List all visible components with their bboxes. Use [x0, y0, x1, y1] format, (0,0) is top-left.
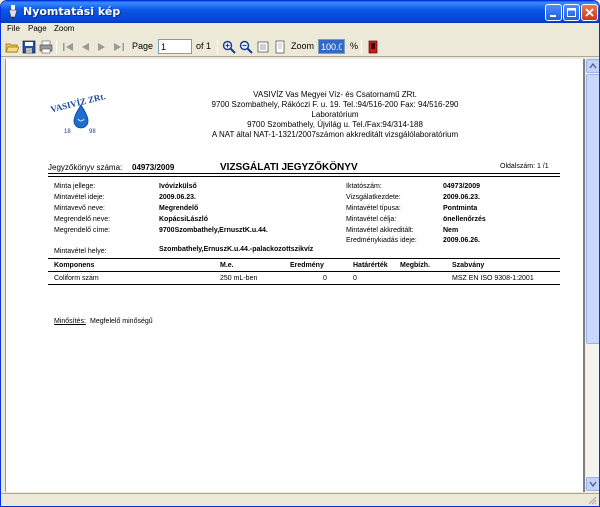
- table-header-component: Komponens: [54, 262, 95, 269]
- toolbar-separator: [217, 40, 218, 54]
- company-address: 9700 Szombathely, Rákóczi F. u. 19. Tel.…: [211, 100, 459, 109]
- table-header-rule: [48, 271, 560, 272]
- field-label-sampling-date: Mintavétel ideje:: [54, 194, 105, 201]
- table-bottom-rule: [48, 284, 560, 285]
- zoom-out-icon[interactable]: [239, 40, 253, 54]
- laboratory-address: 9700 Szombathely, Újvilág u. Tel./Fax:94…: [247, 120, 423, 129]
- percent-label: %: [350, 41, 359, 51]
- resize-grip-icon[interactable]: [587, 495, 597, 505]
- page-count-label: of 1: [196, 41, 212, 51]
- scroll-up-button[interactable]: [586, 59, 599, 73]
- status-bar: [1, 493, 599, 506]
- zoom-label: Zoom: [291, 41, 315, 51]
- table-header-result: Eredmény: [290, 262, 324, 269]
- field-label-sampler-name: Mintavevő neve:: [54, 205, 105, 212]
- toolbar-separator: [56, 40, 57, 54]
- chevron-up-icon: [589, 62, 597, 69]
- field-label-sampling-type: Mintavétel típusa:: [346, 205, 401, 212]
- table-cell-result: 0: [323, 275, 327, 282]
- zoom-in-icon[interactable]: [222, 40, 236, 54]
- close-button[interactable]: [581, 4, 598, 21]
- field-value-registry-number: 04973/2009: [443, 183, 480, 190]
- chevron-down-icon: [589, 481, 597, 488]
- field-label-client-name: Megrendelő neve:: [54, 216, 111, 223]
- next-page-icon[interactable]: [95, 40, 109, 54]
- field-label-client-address: Megrendelő címe:: [54, 227, 111, 234]
- field-value-client-address: 9700Szombathely,ErnusztK.u.44.: [159, 227, 268, 234]
- title-bar[interactable]: Nyomtatási kép: [1, 1, 599, 23]
- field-value-sample-type: Ivóvízkülső: [159, 183, 197, 190]
- page-width-icon[interactable]: [256, 40, 270, 54]
- menu-zoom[interactable]: Zoom: [54, 24, 74, 33]
- field-value-sampling-date: 2009.06.23.: [159, 194, 196, 201]
- field-value-sampler-name: Megrendelő: [159, 205, 199, 212]
- company-name: VASIVÍZ Vas Megyei Víz- és Csatornamű ZR…: [253, 90, 417, 99]
- field-label-sampling-purpose: Mintavétel célja:: [346, 216, 397, 223]
- table-header-unit: M.e.: [220, 262, 234, 269]
- field-label-test-start: Vizsgálatkezdete:: [346, 194, 401, 201]
- maximize-icon: [567, 8, 576, 17]
- vertical-scrollbar[interactable]: [585, 59, 599, 492]
- whole-page-icon[interactable]: [273, 40, 287, 54]
- field-label-sampling-place: Mintavétel helye:: [54, 248, 107, 255]
- first-page-icon[interactable]: [61, 40, 75, 54]
- field-value-accredited: Nem: [443, 227, 459, 234]
- field-value-sampling-purpose: önellenőrzés: [443, 216, 486, 223]
- maximize-button[interactable]: [563, 4, 580, 21]
- minimize-icon: [550, 15, 556, 17]
- open-folder-icon[interactable]: [5, 40, 19, 54]
- close-icon: [585, 8, 594, 17]
- report-document: VASIVÍZ ZRt. 18 98 VASIVÍZ Vas Megyei Ví…: [6, 59, 584, 492]
- divider: [48, 173, 560, 174]
- field-value-client-name: KopácsiLászló: [159, 216, 209, 223]
- accreditation-line: A NAT által NAT-1-1321/2007számon akkred…: [211, 130, 459, 139]
- field-value-issue-date: 2009.06.26.: [443, 237, 480, 244]
- table-header-standard: Szabvány: [452, 262, 485, 269]
- document-title: VIZSGÁLATI JEGYZŐKÖNYV: [220, 162, 358, 173]
- document-viewport[interactable]: VASIVÍZ ZRt. 18 98 VASIVÍZ Vas Megyei Ví…: [5, 59, 585, 492]
- field-label-sample-type: Minta jellege:: [54, 183, 96, 190]
- menu-page[interactable]: Page: [28, 24, 47, 33]
- print-preview-window: Nyomtatási kép File Page Zoom Page 1 of …: [0, 0, 600, 507]
- table-top-rule: [48, 258, 560, 259]
- qualification-label: Minősítés:: [54, 318, 86, 325]
- save-icon[interactable]: [22, 40, 36, 54]
- field-value-test-start: 2009.06.23.: [443, 194, 480, 201]
- field-value-sampling-place: Szombathely,ErnuszK.u.44.-palackozottszi…: [159, 246, 314, 253]
- toolbar: Page of 1 Zoom %: [1, 37, 599, 57]
- table-cell-standard: MSZ EN ISO 9308-1:2001: [452, 275, 534, 282]
- last-page-icon[interactable]: [112, 40, 126, 54]
- scroll-thumb[interactable]: [586, 74, 599, 344]
- qualification-value: Megfelelő minőségű: [90, 318, 153, 325]
- field-value-sampling-type: Pontminta: [443, 205, 478, 212]
- zoom-input[interactable]: [318, 39, 345, 54]
- print-icon[interactable]: [39, 40, 53, 54]
- exit-icon[interactable]: [366, 40, 380, 54]
- table-cell-unit: 250 mL-ben: [220, 275, 258, 282]
- menu-file[interactable]: File: [7, 24, 20, 33]
- toolbar-separator: [361, 40, 362, 54]
- previous-page-icon[interactable]: [78, 40, 92, 54]
- window-title: Nyomtatási kép: [23, 5, 121, 18]
- table-cell-component: Coliform szám: [54, 275, 99, 282]
- app-icon: [8, 5, 18, 19]
- protocol-number: 04973/2009: [132, 163, 175, 172]
- minimize-button[interactable]: [545, 4, 562, 21]
- page-number-text: Oldalszám: 1 /1: [500, 163, 549, 170]
- table-cell-limit: 0: [353, 275, 357, 282]
- table-header-limit: Határérték: [353, 262, 388, 269]
- scroll-down-button[interactable]: [586, 477, 599, 491]
- document-page: VASIVÍZ ZRt. 18 98 VASIVÍZ Vas Megyei Ví…: [5, 59, 583, 492]
- protocol-number-label: Jegyzőkönyv száma:: [48, 163, 123, 172]
- field-label-issue-date: Eredménykiadás ideje:: [346, 237, 417, 244]
- page-number-input[interactable]: [158, 39, 192, 54]
- field-label-accredited: Mintavétel akkreditált:: [346, 227, 414, 234]
- field-label-registry-number: Iktatószám:: [346, 183, 382, 190]
- menu-bar: File Page Zoom: [1, 23, 599, 37]
- laboratory-heading: Laboratórium: [311, 110, 359, 119]
- table-header-reliability: Megbízh.: [400, 262, 430, 269]
- divider: [48, 176, 560, 177]
- page-label: Page: [132, 41, 154, 51]
